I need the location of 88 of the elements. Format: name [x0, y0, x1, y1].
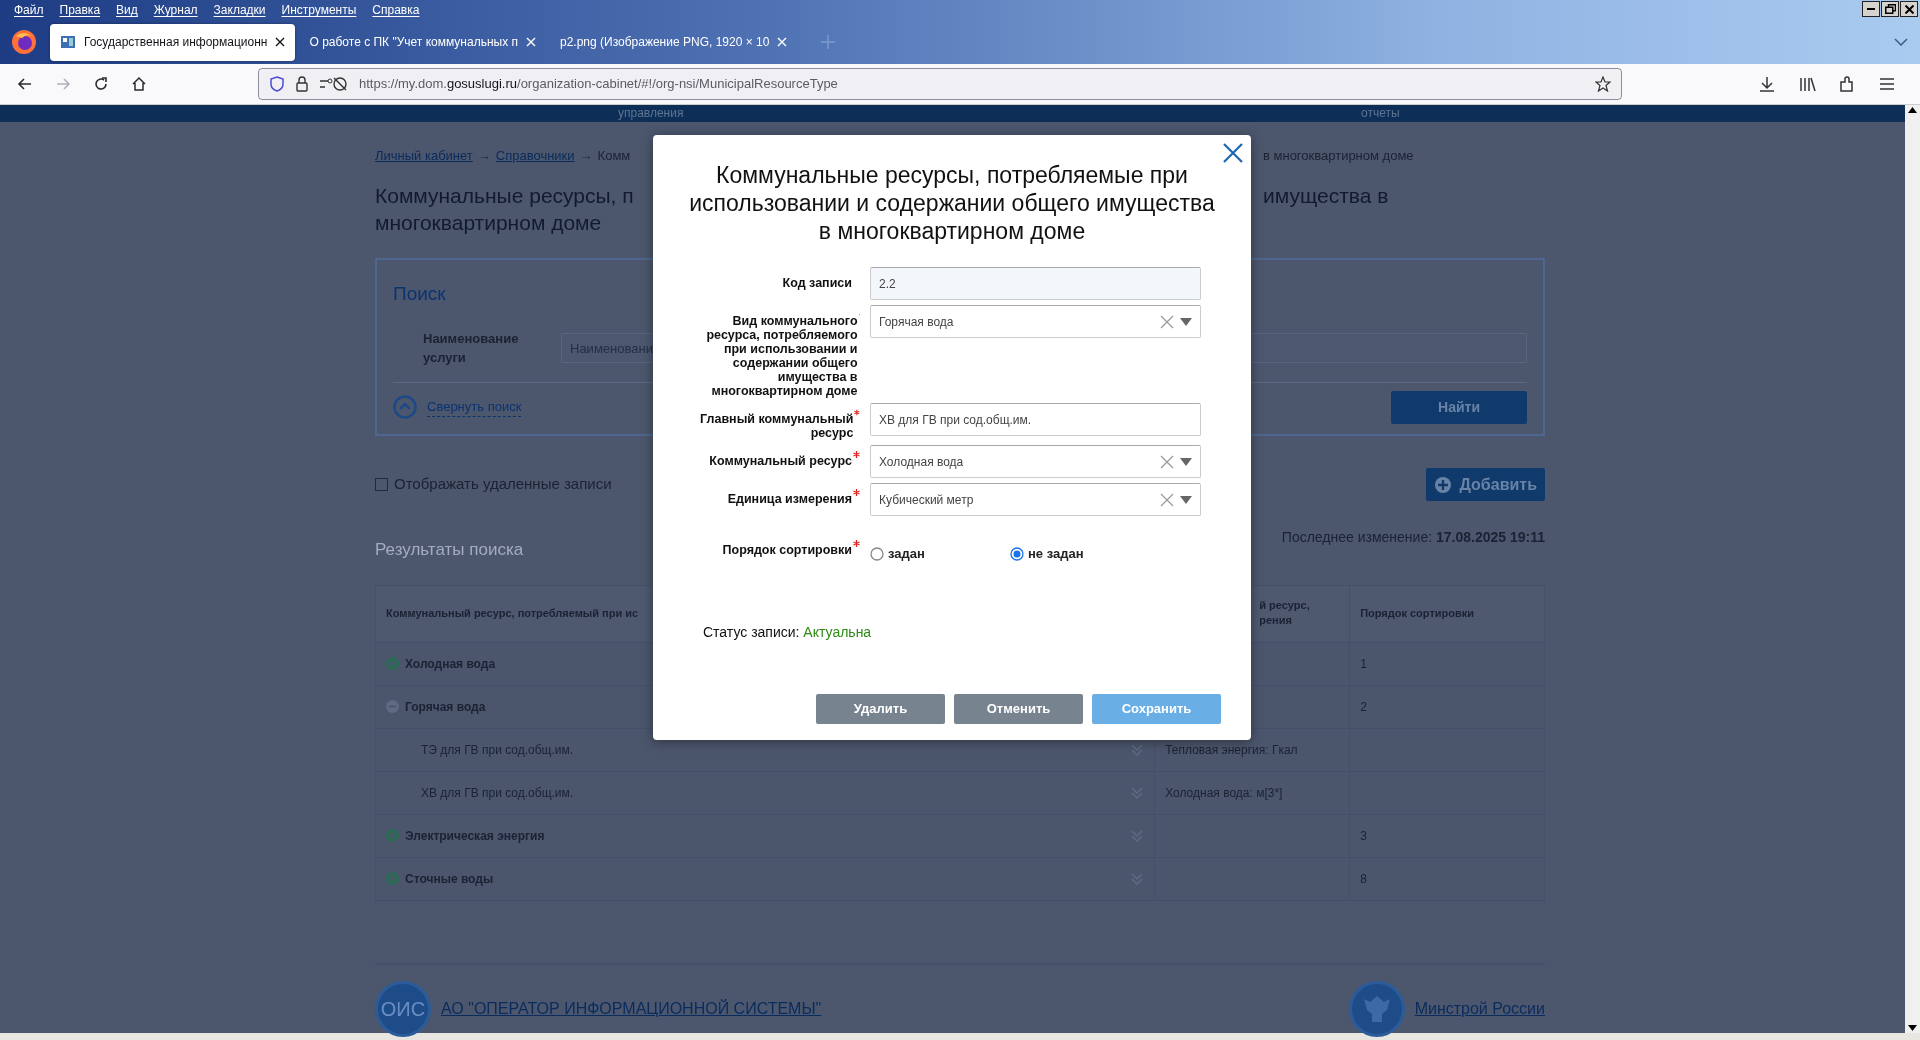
status-value: Актуальна: [803, 623, 872, 640]
caret-down-icon[interactable]: [1180, 495, 1192, 504]
home-icon: [130, 75, 148, 93]
table-cell-text: Холодная вода: [405, 655, 496, 673]
table-cell-text: ТЭ для ГВ при сод.общ.им.: [420, 741, 574, 759]
caret-down-icon[interactable]: [1180, 457, 1192, 466]
reload-icon: [92, 75, 110, 93]
scroll-up-icon[interactable]: [1908, 107, 1917, 113]
breadcrumb-separator: →: [477, 147, 491, 166]
table-cell: 1: [1360, 656, 1367, 671]
close-icon: [1221, 141, 1245, 165]
column-header: Порядок сортировки: [1360, 606, 1475, 622]
field-label: Код записи: [782, 276, 852, 290]
close-icon: [1904, 4, 1914, 14]
window-restore-button[interactable]: [1881, 1, 1899, 17]
window-minimize-button[interactable]: [1862, 1, 1880, 17]
permissions-icon: [319, 76, 349, 92]
close-button[interactable]: [1221, 141, 1245, 165]
clear-icon[interactable]: [1160, 454, 1174, 469]
table-cell-text: ХВ для ГВ при сод.общ.им.: [420, 784, 574, 802]
cancel-button[interactable]: Отменить: [954, 694, 1083, 724]
status-label: Статус записи:: [703, 623, 800, 640]
puzzle-icon[interactable]: [1838, 75, 1856, 93]
chevron-down-icon[interactable]: [1894, 38, 1908, 46]
browser-logo-icon[interactable]: [10, 28, 38, 56]
table-cell: 3: [1360, 828, 1367, 843]
shield-icon: [269, 76, 285, 92]
minimize-icon: [1867, 8, 1875, 10]
browser-tab[interactable]: p2.png (Изображение PNG, 1920 × 10: [550, 23, 798, 61]
table-cell: 2: [1360, 699, 1367, 714]
menu-item[interactable]: Правка: [51, 1, 109, 19]
table-cell-text: Сточные воды: [405, 870, 494, 888]
menu-item[interactable]: Файл: [6, 1, 52, 19]
plus-circle-icon: [1433, 475, 1452, 494]
table-cell: Холодная вода: м[3*]: [1165, 785, 1283, 800]
column-header: Коммунальный ресурс, потребляемый при ис: [386, 606, 639, 622]
clear-icon[interactable]: [1160, 492, 1174, 507]
menu-icon[interactable]: [1878, 75, 1896, 93]
select-field[interactable]: Холодная вода: [870, 445, 1201, 478]
browser-tab[interactable]: Государственная информационн: [50, 23, 296, 61]
menu-item[interactable]: Журнал: [145, 1, 206, 19]
scroll-down-icon[interactable]: [1908, 1025, 1917, 1031]
table-cell-text: Горячая вода: [405, 698, 486, 716]
page-title: имущества в: [1263, 183, 1390, 209]
last-change-text: Последнее изменение: 17.08.2025 19:11: [1281, 528, 1545, 547]
menu-item[interactable]: Инструменты: [273, 1, 365, 19]
results-title: Результаты поиска: [375, 539, 524, 561]
breadcrumb-current: в многоквартирном доме: [1263, 148, 1414, 164]
field-label: Порядок сортировки: [722, 543, 852, 557]
operator-logo: ОИС: [375, 980, 431, 1037]
dialog-title: Коммунальные ресурсы, потребляемые при использовании и содержании общего имущества в многоквартирном доме: [688, 161, 1216, 245]
menu-item[interactable]: Закладки: [205, 1, 274, 19]
column-header: й ресурс, рения: [1259, 598, 1310, 629]
breadcrumb-separator: →: [579, 147, 593, 166]
site-icon: [60, 34, 76, 50]
caret-down-icon[interactable]: [1180, 317, 1192, 326]
field-label: Вид коммунального ресурса, потребляемого при использовании и содержании общего имущества в многоквартирном доме: [705, 314, 858, 398]
radio-option[interactable]: не задан: [1010, 544, 1150, 564]
download-icon[interactable]: [1758, 75, 1776, 93]
text-field[interactable]: 2.2: [870, 267, 1201, 300]
select-field[interactable]: Кубический метр: [870, 483, 1201, 516]
table-cell: 8: [1360, 871, 1367, 886]
field-label: Главный коммунальный ресурс: [699, 412, 854, 440]
star-icon[interactable]: [1595, 76, 1611, 92]
field-label: Коммунальный ресурс: [709, 454, 852, 468]
library-icon[interactable]: [1798, 75, 1816, 93]
menu-item[interactable]: Вид: [108, 1, 146, 19]
lock-icon: [295, 76, 309, 92]
table-cell-text: Электрическая энергия: [405, 827, 545, 845]
page-title: Коммунальные ресурсы, п: [375, 183, 635, 209]
clear-icon[interactable]: [1160, 314, 1174, 329]
restore-icon: [1884, 4, 1896, 14]
table-cell: Тепловая энергия: Гкал: [1165, 742, 1298, 757]
breadcrumb-current: Комм: [597, 147, 631, 166]
browser-tab[interactable]: О работе с ПК "Учет коммунальных п: [299, 23, 546, 61]
scrollbar[interactable]: [1905, 105, 1920, 1033]
address-bar[interactable]: https://my.dom.gosuslugi.ru/organization-cabinet/#!/org-nsi/MunicipalResourceType: [258, 68, 1622, 100]
select-field[interactable]: Горячая вода: [870, 305, 1201, 338]
delete-button[interactable]: Удалить: [816, 694, 945, 724]
text-field[interactable]: ХВ для ГВ при сод.общ.им.: [870, 403, 1201, 436]
search-title: Поиск: [393, 282, 446, 306]
window-close-button[interactable]: [1900, 1, 1918, 17]
radio-option[interactable]: задан: [870, 544, 1010, 564]
menu-item[interactable]: Справка: [364, 1, 428, 19]
close-icon[interactable]: [275, 37, 286, 47]
field-label: Единица измерения: [727, 492, 852, 506]
field-label: Наименование услуги: [423, 329, 520, 367]
page-title: многоквартирном доме: [375, 211, 602, 234]
